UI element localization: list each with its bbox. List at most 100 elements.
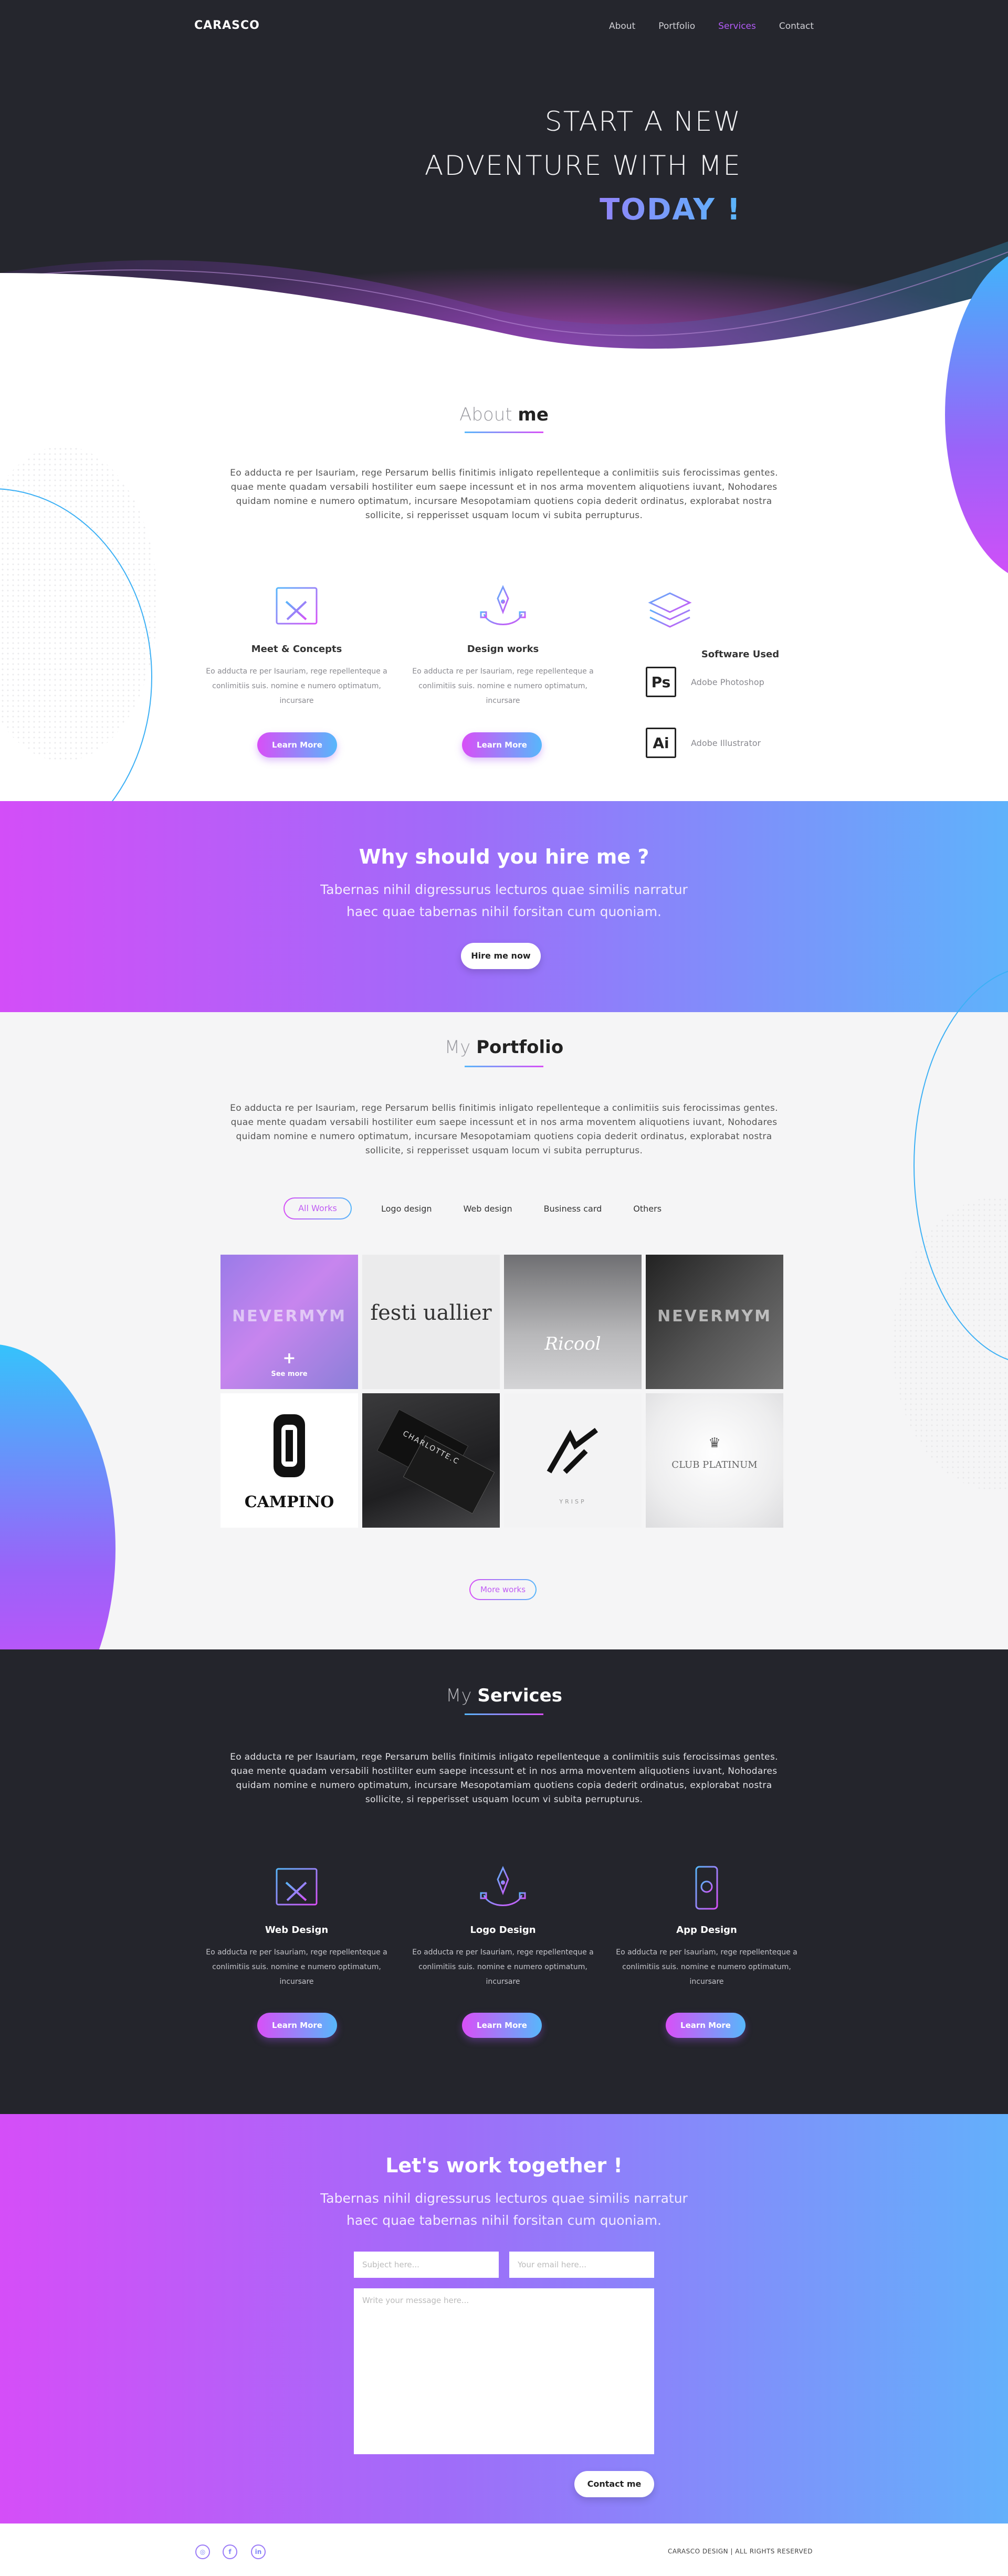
tile-logo: Ricool	[544, 1333, 601, 1354]
portfolio-tile-8[interactable]: ♛ CLUB PLATINUM	[646, 1393, 783, 1528]
contact-subtitle-line-1: Tabernas nihil digressurus lecturos quae…	[320, 2191, 688, 2206]
about-heading: About me	[0, 404, 1008, 425]
service-text: Eo adducta re per Isauriam, rege repelle…	[206, 1948, 387, 1986]
web-design-icon	[276, 1868, 318, 1906]
nav-links: About Portfolio Services Contact	[609, 21, 814, 31]
portfolio-heading-light: My	[444, 1037, 471, 1058]
portfolio-tile-3[interactable]: Ricool	[504, 1255, 642, 1389]
software-name: Adobe Illustrator	[691, 738, 761, 748]
tile-logo: NEVERMYM	[232, 1307, 346, 1326]
contact-me-button[interactable]: Contact me	[574, 2471, 654, 2497]
linkedin-icon[interactable]: in	[251, 2545, 266, 2559]
service-learn-more-button-1[interactable]: Learn More	[257, 2013, 337, 2038]
services-heading-bold: Services	[477, 1685, 562, 1706]
tile-logo: CAMPINO	[244, 1493, 334, 1511]
page: CARASCO About Portfolio Services Contact…	[0, 0, 1008, 2576]
hire-banner: Why should you hire me ? Tabernas nihil …	[0, 801, 1008, 1012]
feature-text: Eo adducta re per Isauriam, rege repelle…	[412, 667, 594, 705]
portfolio-tile-6[interactable]: CHARLOTTE.C	[362, 1393, 500, 1528]
navbar: CARASCO About Portfolio Services Contact	[194, 17, 814, 38]
filter-all-works[interactable]: All Works	[284, 1197, 352, 1219]
filter-logo-design[interactable]: Logo design	[381, 1204, 432, 1214]
hire-subtitle-line-1: Tabernas nihil digressurus lecturos quae…	[320, 882, 688, 897]
service-learn-more-button-3[interactable]: Learn More	[666, 2013, 746, 2038]
hero-line-2: ADVENTURE WITH ME	[424, 150, 741, 182]
filter-web-design[interactable]: Web design	[464, 1204, 512, 1214]
nav-portfolio[interactable]: Portfolio	[658, 21, 695, 31]
portfolio-tile-2[interactable]: festi uallier	[362, 1255, 500, 1389]
crown-icon: ♛	[708, 1435, 721, 1451]
hire-me-button[interactable]: Hire me now	[461, 943, 541, 969]
brand-logo[interactable]: CARASCO	[194, 19, 260, 32]
portfolio-tile-4[interactable]: NEVERMYM	[646, 1255, 783, 1389]
pen-tool-icon	[480, 585, 526, 625]
facebook-icon[interactable]: f	[223, 2545, 237, 2559]
learn-more-label[interactable]: Learn More	[462, 2013, 542, 2038]
feature-design-works: Design works Eo adducta re per Isauriam,…	[408, 583, 597, 708]
hero-line-1: START A NEW	[544, 106, 741, 138]
learn-more-label[interactable]: Learn More	[257, 2013, 337, 2038]
email-input[interactable]: Your email here...	[509, 2252, 654, 2278]
learn-more-button-2[interactable]: Learn More	[462, 732, 542, 758]
about-underline	[465, 432, 543, 433]
message-placeholder: Write your message here...	[362, 2296, 469, 2305]
filter-others[interactable]: Others	[633, 1204, 662, 1214]
nav-about[interactable]: About	[609, 21, 635, 31]
feature-title: Design works	[467, 644, 539, 655]
hire-subtitle: Tabernas nihil digressurus lecturos quae…	[294, 879, 714, 923]
about-heading-light: About	[459, 404, 512, 425]
portfolio-underline	[465, 1066, 543, 1067]
software-used: Software Used Ps Adobe Photoshop Ai Adob…	[646, 588, 835, 758]
service-web-design: Web Design Eo adducta re per Isauriam, r…	[202, 1864, 391, 1989]
services-heading-light: My	[446, 1685, 472, 1706]
hero-line-3: TODAY !	[425, 188, 741, 232]
yrisp-logo-icon	[547, 1428, 598, 1474]
more-works-button[interactable]: More works	[469, 1579, 537, 1600]
services-heading: My Services	[0, 1685, 1008, 1706]
portfolio-tile-5[interactable]: CAMPINO	[220, 1393, 358, 1528]
learn-more-label[interactable]: Learn More	[257, 732, 337, 758]
filter-business-card[interactable]: Business card	[544, 1204, 602, 1214]
services-text: Eo adducta re per Isauriam, rege Persaru…	[230, 1752, 778, 1805]
software-photoshop: Ps Adobe Photoshop	[646, 667, 764, 697]
feature-text: Eo adducta re per Isauriam, rege repelle…	[206, 667, 387, 705]
service-text: Eo adducta re per Isauriam, rege repelle…	[412, 1948, 594, 1986]
dribbble-icon[interactable]: ◎	[195, 2545, 210, 2559]
feature-meet-concepts: Meet & Concepts Eo adducta re per Isauri…	[202, 583, 391, 708]
plus-icon: +	[282, 1349, 296, 1368]
portfolio-tile-1[interactable]: NEVERMYM + See more	[220, 1255, 358, 1389]
photoshop-icon: Ps	[646, 667, 676, 697]
portfolio-filters: All Works Logo design Web design Busines…	[284, 1197, 724, 1220]
layers-icon	[648, 592, 692, 628]
contact-subtitle: Tabernas nihil digressurus lecturos quae…	[294, 2188, 714, 2232]
nav-services[interactable]: Services	[718, 21, 756, 31]
portfolio-tile-7[interactable]: YRISP	[504, 1393, 642, 1528]
portfolio-grid: NEVERMYM + See more festi uallier Ricool…	[220, 1255, 785, 1529]
service-logo-design: Logo Design Eo adducta re per Isauriam, …	[408, 1864, 597, 1989]
contact-subtitle-line-2: haec quae tabernas nihil forsitan cum qu…	[346, 2213, 662, 2228]
learn-more-label[interactable]: Learn More	[462, 732, 542, 758]
tile-logo: CLUB PLATINUM	[671, 1459, 758, 1470]
copyright-text: CARASCO DESIGN | ALL RIGHTS RESERVED	[667, 2548, 813, 2555]
portfolio-heading: My Portfolio	[0, 1037, 1008, 1058]
tile-logo: YRISP	[559, 1498, 586, 1505]
footer: ◎ f in CARASCO DESIGN | ALL RIGHTS RESER…	[0, 2524, 1008, 2576]
service-learn-more-button-2[interactable]: Learn More	[462, 2013, 542, 2038]
learn-more-button-1[interactable]: Learn More	[257, 732, 337, 758]
about-text: Eo adducta re per Isauriam, rege Persaru…	[230, 468, 778, 521]
about-heading-bold: me	[518, 404, 549, 425]
contact-title: Let's work together !	[385, 2154, 623, 2177]
hero-headline: START A NEW ADVENTURE WITH ME TODAY !	[425, 100, 741, 232]
nav-contact[interactable]: Contact	[779, 21, 814, 31]
feature-title: Meet & Concepts	[251, 644, 342, 655]
learn-more-label[interactable]: Learn More	[666, 2013, 746, 2038]
mobile-app-icon	[695, 1866, 718, 1910]
service-app-design: App Design Eo adducta re per Isauriam, r…	[612, 1864, 801, 1989]
software-illustrator: Ai Adobe Illustrator	[646, 728, 761, 758]
tile-logo: festi uallier	[370, 1301, 492, 1325]
message-textarea[interactable]: Write your message here...	[354, 2288, 654, 2454]
hire-subtitle-line-2: haec quae tabernas nihil forsitan cum qu…	[346, 904, 662, 919]
service-title: Web Design	[265, 1925, 329, 1936]
campino-emblem-icon	[274, 1414, 305, 1477]
subject-input[interactable]: Subject here...	[354, 2252, 499, 2278]
